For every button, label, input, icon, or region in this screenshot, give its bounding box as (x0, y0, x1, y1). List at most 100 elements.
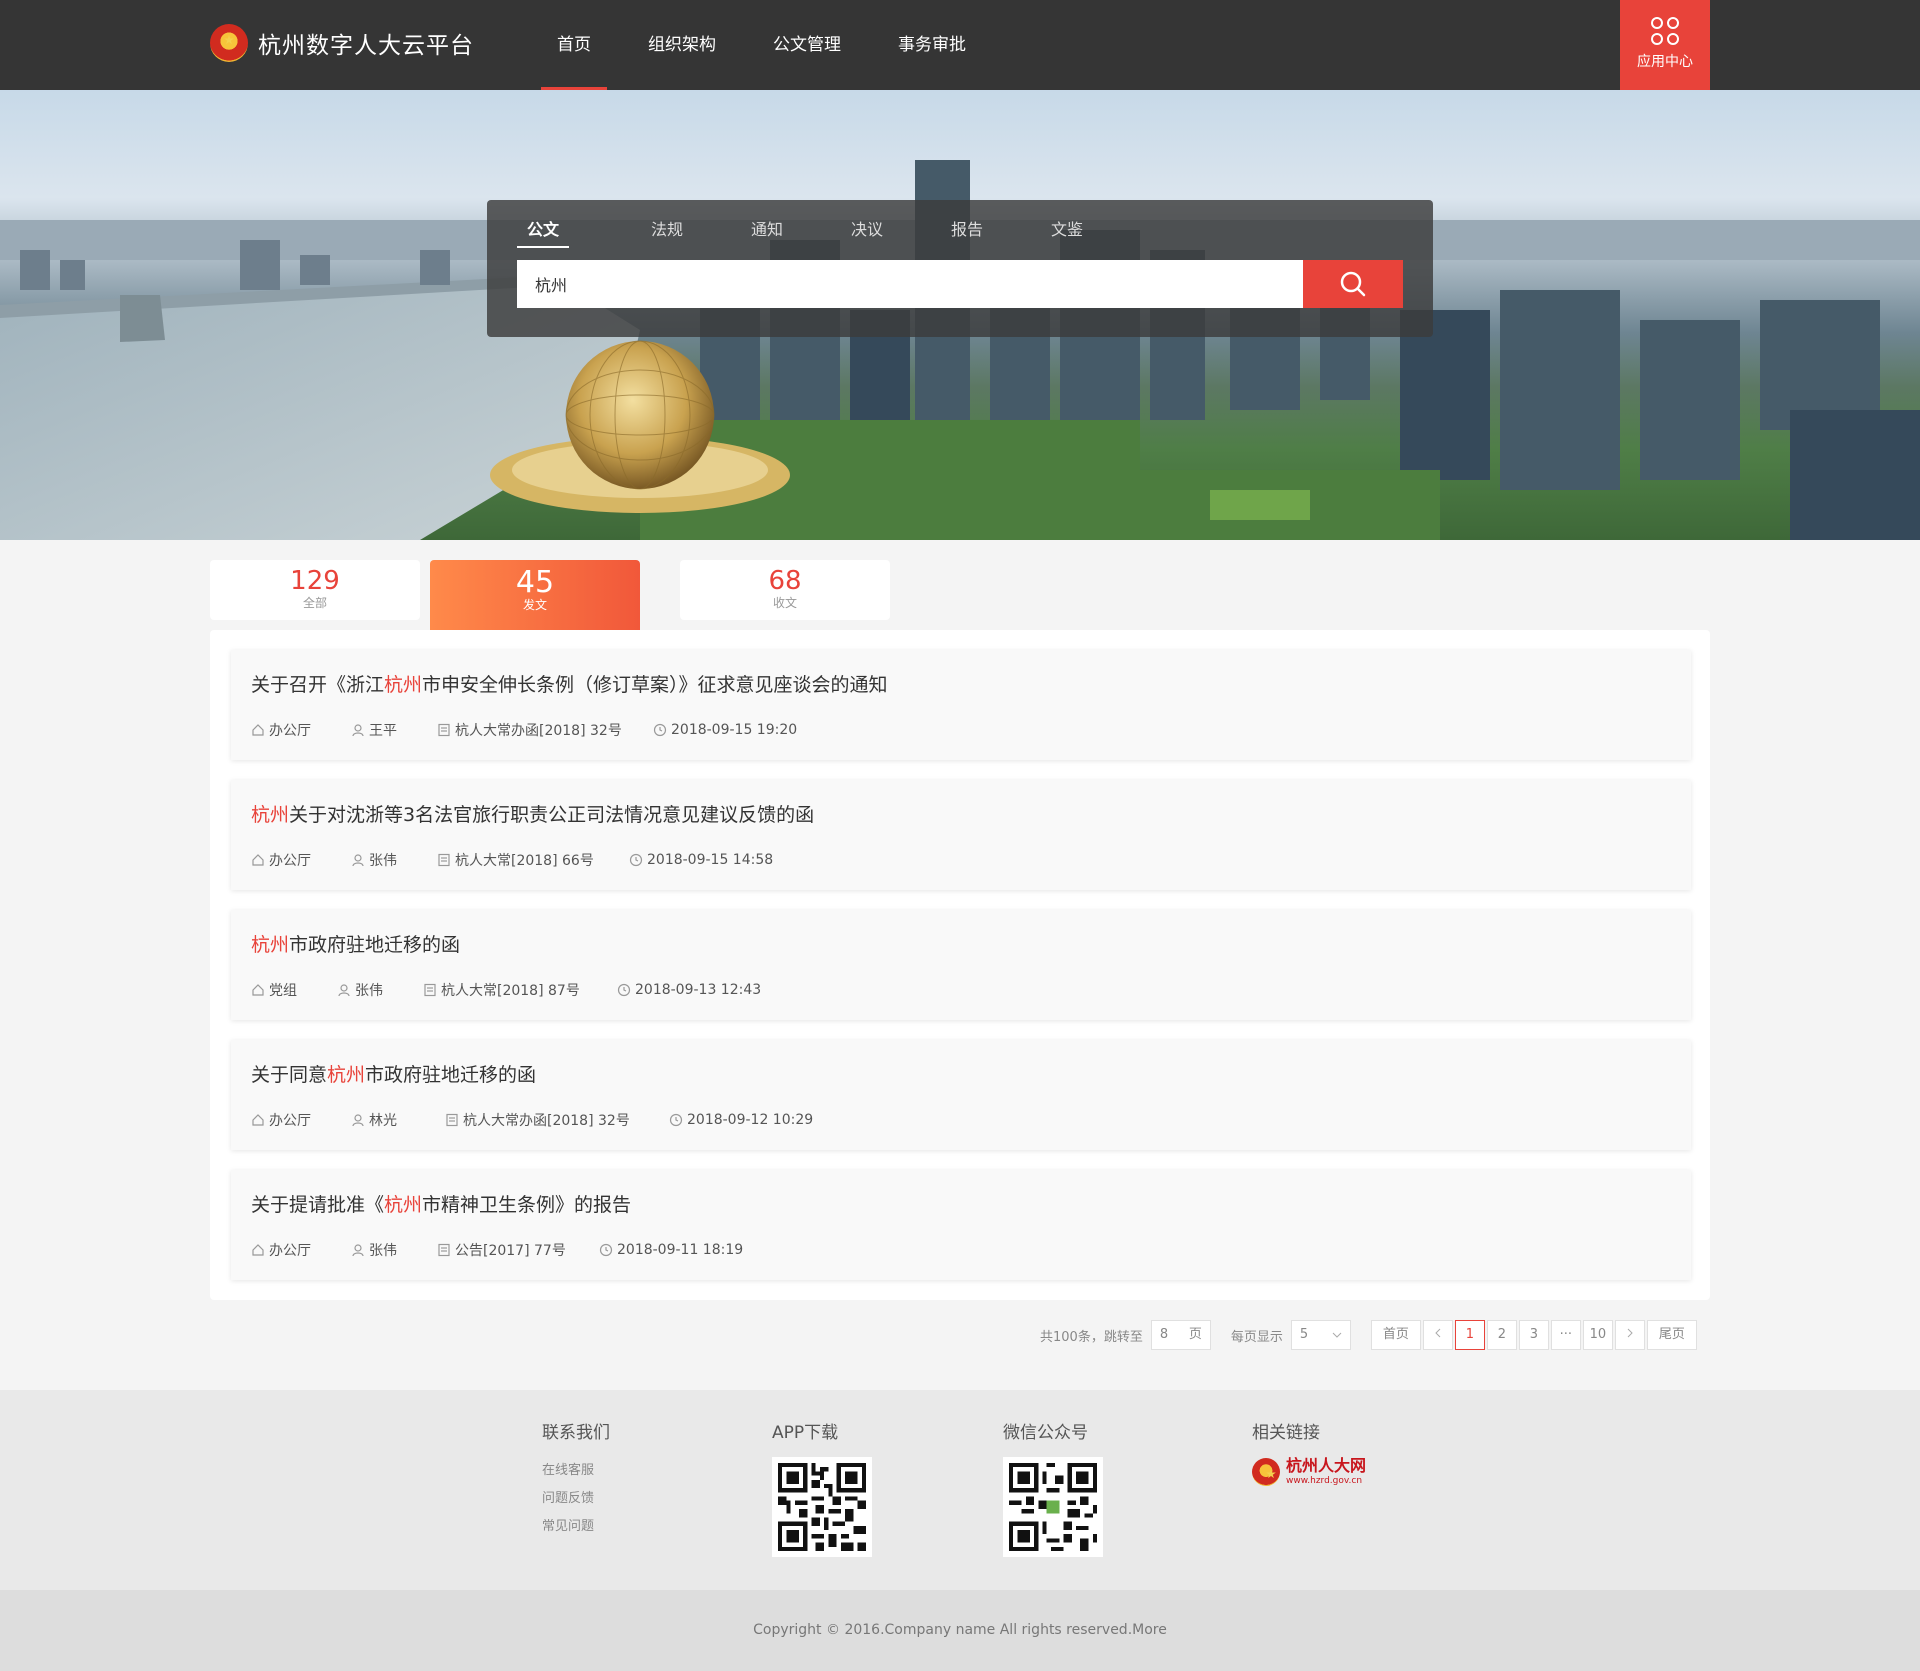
copyright-bar: Copyright © 2016.Company name All rights… (0, 1590, 1920, 1671)
document-item[interactable]: 杭州市政府驻地迁移的函 党组 张伟 杭人大常[2018] 87号 2018-09… (231, 910, 1691, 1020)
stat-outgoing-label: 发文 (522, 598, 547, 612)
hzrd-logo-url: www.hzrd.gov.cn (1286, 1476, 1363, 1486)
wechat-qr-code (1003, 1457, 1103, 1557)
hzrd-site-link[interactable]: 杭州人大网 www.hzrd.gov.cn (1252, 1457, 1366, 1487)
clock-icon (629, 853, 643, 867)
page-jump-input[interactable]: 8页 (1150, 1320, 1211, 1350)
document-title: 关于召开《浙江杭州市申安全伸长条例（修订草案）》征求意见座谈会的通知 (251, 674, 888, 696)
meta-time: 2018-09-15 14:58 (629, 850, 773, 870)
site-title: 杭州数字人大云平台 (258, 33, 474, 59)
user-icon (338, 984, 350, 997)
qr-code-icon (778, 1463, 866, 1551)
user-icon (352, 1114, 364, 1127)
stat-tab-outgoing[interactable]: 45 发文 (430, 560, 640, 630)
hzrd-logo-title: 杭州人大网 (1286, 1456, 1367, 1475)
footer: 联系我们 在线客服 问题反馈 常见问题 APP下载 微信公众号 相关链接 杭州人… (0, 1390, 1920, 1590)
search-tab-regulations[interactable]: 法规 (617, 216, 717, 248)
search-tabs: 公文 法规 通知 决议 报告 文鉴 (517, 216, 1117, 248)
search-icon (1340, 271, 1366, 297)
app-center-button[interactable]: 应用中心 (1620, 0, 1710, 90)
footer-wechat: 微信公众号 (1003, 1418, 1103, 1557)
pagination: 共100条，跳转至 8页 每页显示 5 首页 1 2 3 ··· 10 尾页 (1040, 1320, 1697, 1350)
document-meta: 办公厅 张伟 公告[2017] 77号 2018-09-11 18:19 (251, 1240, 743, 1260)
city-banner: 公文 法规 通知 决议 报告 文鉴 (0, 90, 1920, 540)
meta-person: 张伟 (337, 980, 423, 1000)
home-icon (252, 724, 264, 736)
national-emblem-icon (210, 24, 248, 62)
meta-doc-number: 公告[2017] 77号 (437, 1240, 599, 1260)
search-button[interactable] (1303, 260, 1403, 308)
next-page-button[interactable] (1614, 1320, 1645, 1350)
footer-app-title: APP下载 (772, 1423, 839, 1443)
prev-page-button[interactable] (1422, 1320, 1453, 1350)
document-icon (424, 983, 436, 997)
national-emblem-icon (1252, 1458, 1280, 1486)
clock-icon (669, 1113, 683, 1127)
last-page-button[interactable]: 尾页 (1646, 1320, 1697, 1350)
search-tab-reports[interactable]: 报告 (917, 216, 1017, 248)
document-item[interactable]: 关于召开《浙江杭州市申安全伸长条例（修订草案）》征求意见座谈会的通知 办公厅 王… (231, 650, 1691, 760)
meta-doc-number: 杭人大常办函[2018] 32号 (445, 1110, 669, 1130)
search-tab-resolutions[interactable]: 决议 (817, 216, 917, 248)
nav-item-organization[interactable]: 组织架构 (632, 0, 732, 90)
document-icon (438, 853, 450, 867)
meta-person: 张伟 (351, 1240, 437, 1260)
nav-item-home[interactable]: 首页 (541, 0, 607, 90)
document-meta: 办公厅 王平 杭人大常办函[2018] 32号 2018-09-15 19:20 (251, 720, 797, 740)
app-qr-code (772, 1457, 872, 1557)
home-icon (252, 854, 264, 866)
document-icon (438, 1243, 450, 1257)
footer-link-feedback[interactable]: 问题反馈 (542, 1485, 610, 1513)
apps-grid-icon (1620, 17, 1710, 45)
document-title: 杭州市政府驻地迁移的函 (251, 934, 461, 956)
stat-incoming-count: 68 (768, 566, 802, 596)
meta-time: 2018-09-13 12:43 (617, 980, 761, 1000)
clock-icon (617, 983, 631, 997)
site-logo[interactable]: 杭州数字人大云平台 (210, 24, 474, 62)
hzrd-logo-text: 杭州人大网 www.hzrd.gov.cn (1286, 1457, 1366, 1487)
home-icon (252, 984, 264, 996)
footer-wechat-title: 微信公众号 (1003, 1423, 1088, 1443)
first-page-button[interactable]: 首页 (1370, 1320, 1421, 1350)
document-title: 杭州关于对沈浙等3名法官旅行职责公正司法情况意见建议反馈的函 (251, 804, 815, 826)
footer-related-title: 相关链接 (1252, 1423, 1320, 1443)
top-header: 杭州数字人大云平台 首页 组织架构 公文管理 事务审批 应用中心 (0, 0, 1920, 90)
footer-contact-title: 联系我们 (542, 1423, 610, 1443)
document-title: 关于同意杭州市政府驻地迁移的函 (251, 1064, 537, 1086)
stat-tab-incoming[interactable]: 68 收文 (680, 560, 890, 620)
search-tab-notices[interactable]: 通知 (717, 216, 817, 248)
chevron-right-icon (1627, 1328, 1633, 1338)
per-page-select[interactable]: 5 (1290, 1320, 1351, 1350)
user-icon (352, 854, 364, 867)
home-icon (252, 1244, 264, 1256)
search-input[interactable] (517, 260, 1303, 308)
document-item[interactable]: 杭州关于对沈浙等3名法官旅行职责公正司法情况意见建议反馈的函 办公厅 张伟 杭人… (231, 780, 1691, 890)
nav-item-affairs-approval[interactable]: 事务审批 (882, 0, 982, 90)
document-list: 关于召开《浙江杭州市申安全伸长条例（修订草案）》征求意见座谈会的通知 办公厅 王… (210, 630, 1710, 1300)
page-button-3[interactable]: 3 (1518, 1320, 1549, 1350)
footer-link-faq[interactable]: 常见问题 (542, 1513, 610, 1541)
nav-item-document-management[interactable]: 公文管理 (757, 0, 857, 90)
footer-contact: 联系我们 在线客服 问题反馈 常见问题 (542, 1418, 610, 1541)
page-button-10[interactable]: 10 (1582, 1320, 1613, 1350)
page-button-2[interactable]: 2 (1486, 1320, 1517, 1350)
footer-app-download: APP下载 (772, 1418, 872, 1557)
page-button-1[interactable]: 1 (1454, 1320, 1485, 1350)
stat-incoming-label: 收文 (772, 596, 797, 610)
document-item[interactable]: 关于提请批准《杭州市精神卫生条例》的报告 办公厅 张伟 公告[2017] 77号… (231, 1170, 1691, 1280)
meta-doc-number: 杭人大常[2018] 66号 (437, 850, 629, 870)
document-meta: 办公厅 张伟 杭人大常[2018] 66号 2018-09-15 14:58 (251, 850, 773, 870)
document-icon (446, 1113, 458, 1127)
main-nav: 首页 组织架构 公文管理 事务审批 (541, 0, 1007, 90)
footer-link-online-service[interactable]: 在线客服 (542, 1457, 610, 1485)
stat-tab-all[interactable]: 129 全部 (210, 560, 420, 620)
search-tab-wenjian[interactable]: 文鉴 (1017, 216, 1117, 248)
footer-related-links: 相关链接 杭州人大网 www.hzrd.gov.cn (1252, 1418, 1366, 1487)
meta-department: 办公厅 (251, 850, 351, 870)
per-page-label: 每页显示 (1230, 1329, 1283, 1345)
meta-department: 办公厅 (251, 720, 351, 740)
chevron-left-icon (1435, 1328, 1441, 1338)
document-item[interactable]: 关于同意杭州市政府驻地迁移的函 办公厅 林光 杭人大常办函[2018] 32号 … (231, 1040, 1691, 1150)
search-tab-documents[interactable]: 公文 (517, 216, 569, 248)
document-meta: 办公厅 林光 杭人大常办函[2018] 32号 2018-09-12 10:29 (251, 1110, 813, 1130)
